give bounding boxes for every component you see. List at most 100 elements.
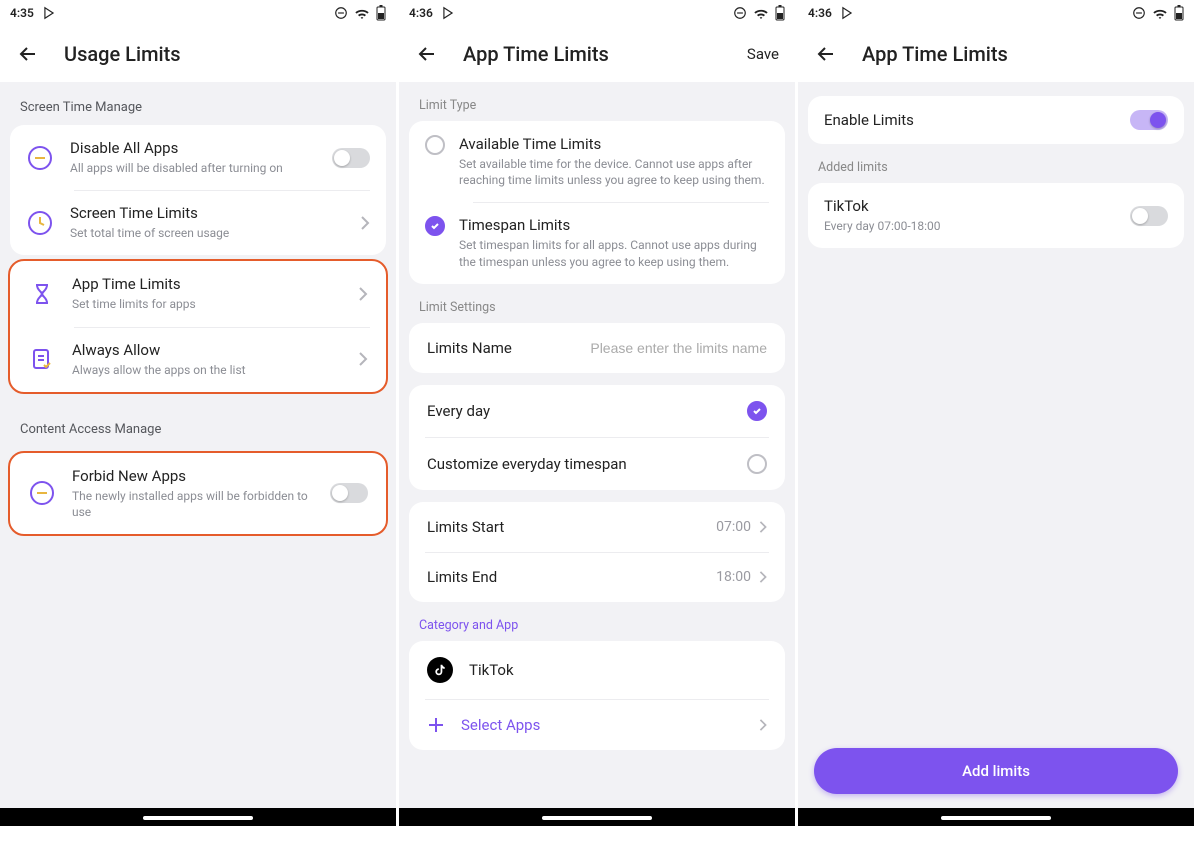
card-added-limits: TikTok Every day 07:00-18:00 bbox=[808, 183, 1184, 248]
limit-item-toggle[interactable] bbox=[1130, 206, 1168, 226]
screen-app-time-limits-list: 4:36 App Time Limits Enable Limits Added… bbox=[798, 0, 1194, 826]
chevron-right-icon bbox=[759, 521, 767, 533]
row-screen-time-limits[interactable]: Screen Time Limits Set total time of scr… bbox=[10, 190, 386, 255]
row-forbid-new-apps[interactable]: Forbid New Apps The newly installed apps… bbox=[10, 453, 386, 534]
atl-sub: Set time limits for apps bbox=[72, 296, 350, 312]
limits-start-label: Limits Start bbox=[427, 518, 504, 536]
save-button[interactable]: Save bbox=[747, 45, 779, 63]
status-bar: 4:36 bbox=[399, 0, 795, 26]
section-category-app: Category and App bbox=[399, 602, 795, 641]
row-limits-name[interactable]: Limits Name bbox=[409, 323, 785, 373]
highlight-box-1: App Time Limits Set time limits for apps… bbox=[8, 259, 388, 393]
limit-item-title: TikTok bbox=[824, 197, 1122, 215]
status-time: 4:36 bbox=[808, 6, 832, 20]
radio-available[interactable] bbox=[425, 135, 445, 155]
play-store-icon bbox=[441, 6, 455, 20]
add-limits-label: Add limits bbox=[962, 762, 1030, 780]
tiktok-icon bbox=[427, 657, 453, 683]
tiktok-label: TikTok bbox=[469, 661, 514, 679]
battery-icon bbox=[1174, 5, 1184, 21]
timespan-title: Timespan Limits bbox=[459, 216, 769, 234]
dnd-icon bbox=[1132, 6, 1146, 20]
chevron-right-icon bbox=[759, 571, 767, 583]
row-customize-timespan[interactable]: Customize everyday timespan bbox=[409, 438, 785, 490]
section-screen-time: Screen Time Manage bbox=[0, 82, 396, 125]
card-enable-limits: Enable Limits bbox=[808, 96, 1184, 144]
customize-label: Customize everyday timespan bbox=[427, 455, 747, 473]
screen-app-time-limits-form: 4:36 App Time Limits Save Limit Type Ava… bbox=[399, 0, 795, 826]
title-bar: Usage Limits bbox=[0, 26, 396, 82]
disable-all-title: Disable All Apps bbox=[70, 139, 324, 157]
section-limit-settings: Limit Settings bbox=[399, 284, 795, 323]
card-time-range: Limits Start 07:00 Limits End 18:00 bbox=[409, 502, 785, 602]
status-bar: 4:36 bbox=[798, 0, 1194, 26]
radio-every-day[interactable] bbox=[747, 401, 767, 421]
avail-sub: Set available time for the device. Canno… bbox=[459, 156, 769, 188]
card-limit-type: Available Time Limits Set available time… bbox=[409, 121, 785, 284]
forbid-icon bbox=[28, 479, 56, 507]
stl-title: Screen Time Limits bbox=[70, 204, 352, 222]
forbid-toggle[interactable] bbox=[330, 483, 368, 503]
status-time: 4:36 bbox=[409, 6, 433, 20]
nav-home-bar[interactable] bbox=[0, 808, 396, 826]
avail-title: Available Time Limits bbox=[459, 135, 769, 153]
nav-home-bar[interactable] bbox=[399, 808, 795, 826]
battery-icon bbox=[775, 5, 785, 21]
add-limits-button[interactable]: Add limits bbox=[814, 748, 1178, 794]
row-every-day[interactable]: Every day bbox=[409, 385, 785, 437]
row-enable-limits[interactable]: Enable Limits bbox=[808, 96, 1184, 144]
chevron-right-icon bbox=[358, 287, 368, 301]
status-bar: 4:35 bbox=[0, 0, 396, 26]
every-day-label: Every day bbox=[427, 402, 747, 420]
status-time: 4:35 bbox=[10, 6, 34, 20]
row-timespan-limits[interactable]: Timespan Limits Set timespan limits for … bbox=[409, 202, 785, 283]
dnd-icon bbox=[334, 6, 348, 20]
radio-timespan[interactable] bbox=[425, 216, 445, 236]
back-icon[interactable] bbox=[814, 42, 838, 66]
disable-all-toggle[interactable] bbox=[332, 148, 370, 168]
row-disable-all-apps[interactable]: Disable All Apps All apps will be disabl… bbox=[10, 125, 386, 190]
enable-limits-toggle[interactable] bbox=[1130, 110, 1168, 130]
list-check-icon bbox=[28, 345, 56, 373]
enable-limits-label: Enable Limits bbox=[824, 111, 1122, 129]
card-apps: TikTok Select Apps bbox=[409, 641, 785, 750]
dnd-icon bbox=[733, 6, 747, 20]
limits-start-value: 07:00 bbox=[716, 519, 751, 535]
wifi-icon bbox=[1152, 7, 1168, 19]
card-screen-time: Disable All Apps All apps will be disabl… bbox=[10, 125, 386, 255]
back-icon[interactable] bbox=[16, 42, 40, 66]
title-bar: App Time Limits bbox=[798, 26, 1194, 82]
hourglass-icon bbox=[28, 280, 56, 308]
row-limit-item-tiktok[interactable]: TikTok Every day 07:00-18:00 bbox=[808, 183, 1184, 248]
atl-title: App Time Limits bbox=[72, 275, 350, 293]
row-limits-start[interactable]: Limits Start 07:00 bbox=[409, 502, 785, 552]
clock-icon bbox=[26, 209, 54, 237]
battery-icon bbox=[376, 5, 386, 21]
back-icon[interactable] bbox=[415, 42, 439, 66]
limits-name-input[interactable] bbox=[512, 340, 767, 356]
card-limits-name: Limits Name bbox=[409, 323, 785, 373]
select-apps-label: Select Apps bbox=[461, 716, 540, 734]
row-always-allow[interactable]: Always Allow Always allow the apps on th… bbox=[10, 327, 386, 392]
chevron-right-icon bbox=[360, 216, 370, 230]
row-select-apps[interactable]: Select Apps bbox=[409, 700, 785, 750]
chevron-right-icon bbox=[759, 719, 767, 731]
page-title: App Time Limits bbox=[463, 42, 609, 66]
limit-item-sub: Every day 07:00-18:00 bbox=[824, 218, 1122, 234]
radio-customize[interactable] bbox=[747, 454, 767, 474]
row-app-tiktok[interactable]: TikTok bbox=[409, 641, 785, 699]
row-available-time-limits[interactable]: Available Time Limits Set available time… bbox=[409, 121, 785, 202]
wifi-icon bbox=[354, 7, 370, 19]
nav-home-bar[interactable] bbox=[798, 808, 1194, 826]
stl-sub: Set total time of screen usage bbox=[70, 225, 352, 241]
title-bar: App Time Limits Save bbox=[399, 26, 795, 82]
timespan-sub: Set timespan limits for all apps. Cannot… bbox=[459, 237, 769, 269]
disable-all-sub: All apps will be disabled after turning … bbox=[70, 160, 324, 176]
limits-name-label: Limits Name bbox=[427, 339, 512, 357]
section-content-access: Content Access Manage bbox=[0, 404, 396, 447]
row-app-time-limits[interactable]: App Time Limits Set time limits for apps bbox=[10, 261, 386, 326]
section-added-limits: Added limits bbox=[798, 144, 1194, 183]
row-limits-end[interactable]: Limits End 18:00 bbox=[409, 552, 785, 602]
wifi-icon bbox=[753, 7, 769, 19]
limits-end-value: 18:00 bbox=[716, 569, 751, 585]
